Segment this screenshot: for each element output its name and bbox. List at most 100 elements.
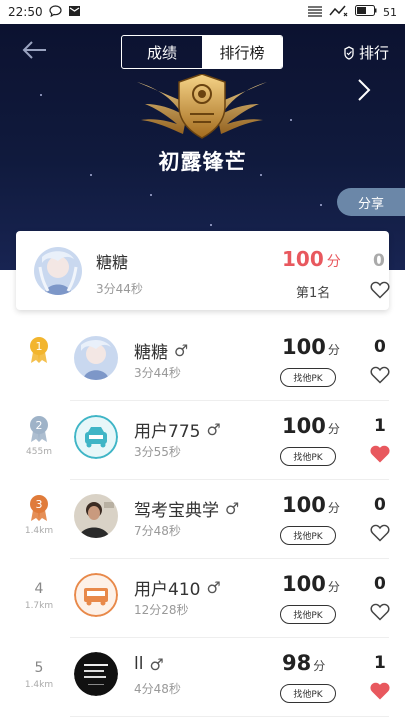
user-name: ll ♂ bbox=[134, 654, 164, 674]
user-name: 糖糖 ♂ bbox=[134, 338, 188, 363]
male-icon: ♂ bbox=[225, 499, 240, 518]
message-icon bbox=[48, 4, 62, 20]
table-row: 5 1.4km ll ♂ 4分48秒 98 分找他PK 1 bbox=[0, 638, 405, 717]
star-decoration bbox=[150, 194, 152, 196]
rank-indicator: 4 1.7km bbox=[22, 573, 56, 623]
rank-number: 5 bbox=[34, 660, 44, 676]
signal-icon bbox=[329, 5, 349, 20]
star-decoration bbox=[40, 94, 42, 96]
avatar[interactable] bbox=[74, 573, 118, 617]
tab-leaderboard[interactable]: 排行榜 bbox=[202, 36, 282, 68]
table-row: 1 糖糖 ♂ 3分44秒 100 分找他PK 0 bbox=[0, 322, 405, 401]
user-name-text: 糖糖 bbox=[134, 343, 168, 363]
like-button[interactable] bbox=[370, 366, 390, 388]
male-icon: ♂ bbox=[149, 654, 164, 674]
tab-score[interactable]: 成绩 bbox=[122, 36, 202, 68]
user-name: 用户775 ♂ bbox=[134, 417, 221, 442]
rank-indicator: 3 1.4km bbox=[22, 494, 56, 544]
user-score-value: 98 bbox=[282, 651, 312, 675]
challenge-pk-button[interactable]: 找他PK bbox=[280, 684, 336, 703]
male-icon: ♂ bbox=[206, 420, 221, 439]
table-row: 2 455m 用户775 ♂ 3分55秒 100 分找他PK 1 bbox=[0, 401, 405, 480]
user-name-text: ll bbox=[134, 654, 144, 674]
next-arrow-button[interactable] bbox=[357, 78, 371, 106]
rank-button[interactable]: 排行 bbox=[343, 42, 389, 63]
share-button[interactable]: 分享 bbox=[337, 188, 405, 216]
star-decoration bbox=[290, 119, 292, 121]
user-name: 驾考宝典学 ♂ bbox=[134, 496, 239, 521]
network-icon bbox=[307, 5, 323, 20]
heart-icon bbox=[370, 281, 390, 299]
arrow-left-icon bbox=[22, 41, 46, 59]
user-score-value: 100 bbox=[282, 493, 326, 517]
silver-medal-icon: 2 bbox=[30, 416, 48, 442]
challenge-pk-button[interactable]: 找他PK bbox=[280, 447, 336, 466]
status-bar: 22:50 51 bbox=[0, 0, 405, 24]
like-button[interactable] bbox=[370, 682, 390, 704]
male-icon: ♂ bbox=[206, 578, 221, 597]
user-score-unit: 分 bbox=[327, 343, 340, 357]
like-button[interactable] bbox=[370, 445, 390, 467]
rank-number: 1 bbox=[36, 340, 43, 353]
avatar[interactable] bbox=[74, 415, 118, 459]
user-name-text: 用户410 bbox=[134, 580, 201, 600]
avatar[interactable] bbox=[74, 336, 118, 380]
user-score-unit: 分 bbox=[327, 501, 340, 515]
user-score: 98 分 bbox=[282, 651, 325, 675]
my-likes: 0 bbox=[373, 251, 385, 271]
rank-indicator: 5 1.4km bbox=[22, 652, 56, 702]
user-name-text: 用户775 bbox=[134, 422, 201, 442]
user-score-value: 100 bbox=[282, 572, 326, 596]
my-rank-card: 糖糖 3分44秒 100 分 第1名 0 bbox=[16, 231, 390, 310]
user-score: 100 分 bbox=[282, 414, 340, 438]
like-count: 1 bbox=[374, 653, 386, 673]
my-name: 糖糖 bbox=[96, 253, 129, 272]
rank-indicator: 2 455m bbox=[22, 415, 56, 465]
screen: 22:50 51 成绩 排行榜 排行 初露锋芒 分享 糖糖 3分44秒 100 … bbox=[0, 0, 405, 720]
user-score-value: 100 bbox=[282, 335, 326, 359]
heart-filled-icon bbox=[370, 445, 390, 463]
distance: 1.4km bbox=[24, 526, 54, 536]
distance: 1.7km bbox=[24, 601, 54, 611]
battery-icon bbox=[355, 5, 377, 19]
row-divider bbox=[70, 716, 389, 717]
rank-icon bbox=[344, 45, 354, 60]
challenge-pk-button[interactable]: 找他PK bbox=[280, 605, 336, 624]
like-button[interactable] bbox=[370, 281, 390, 303]
my-score: 100 分 bbox=[282, 247, 341, 271]
mail-icon bbox=[68, 5, 81, 20]
user-score: 100 分 bbox=[282, 493, 340, 517]
anime-avatar-icon bbox=[34, 247, 82, 295]
user-time: 7分48秒 bbox=[134, 524, 181, 538]
distance: 1.4km bbox=[24, 680, 54, 690]
user-time: 12分28秒 bbox=[134, 603, 189, 617]
user-name-text: 驾考宝典学 bbox=[134, 501, 219, 521]
user-time: 4分48秒 bbox=[134, 682, 181, 696]
battery-level: 51 bbox=[383, 5, 397, 19]
like-count: 0 bbox=[374, 574, 386, 594]
table-row: 3 1.4km 驾考宝典学 ♂ 7分48秒 100 分找他PK 0 bbox=[0, 480, 405, 559]
challenge-pk-button[interactable]: 找他PK bbox=[280, 526, 336, 545]
chevron-right-icon bbox=[358, 79, 371, 101]
like-button[interactable] bbox=[370, 524, 390, 546]
user-score-unit: 分 bbox=[313, 659, 326, 673]
avatar[interactable] bbox=[74, 494, 118, 538]
user-score-unit: 分 bbox=[327, 422, 340, 436]
rank-number: 2 bbox=[36, 419, 43, 432]
star-decoration bbox=[210, 224, 212, 226]
level-title: 初露锋芒 bbox=[158, 150, 247, 174]
like-button[interactable] bbox=[370, 603, 390, 625]
challenge-pk-button[interactable]: 找他PK bbox=[280, 368, 336, 387]
avatar[interactable] bbox=[74, 652, 118, 696]
user-name: 用户410 ♂ bbox=[134, 575, 221, 600]
my-rank: 第1名 bbox=[296, 286, 331, 301]
like-count: 0 bbox=[374, 495, 386, 515]
user-time: 3分55秒 bbox=[134, 445, 181, 459]
like-count: 1 bbox=[374, 416, 386, 436]
bronze-medal-icon: 3 bbox=[30, 495, 48, 521]
user-score: 100 分 bbox=[282, 335, 340, 359]
gold-medal-icon: 1 bbox=[30, 337, 48, 363]
back-button[interactable] bbox=[20, 38, 48, 62]
tab-switcher: 成绩 排行榜 bbox=[121, 35, 283, 69]
avatar[interactable] bbox=[34, 247, 82, 295]
